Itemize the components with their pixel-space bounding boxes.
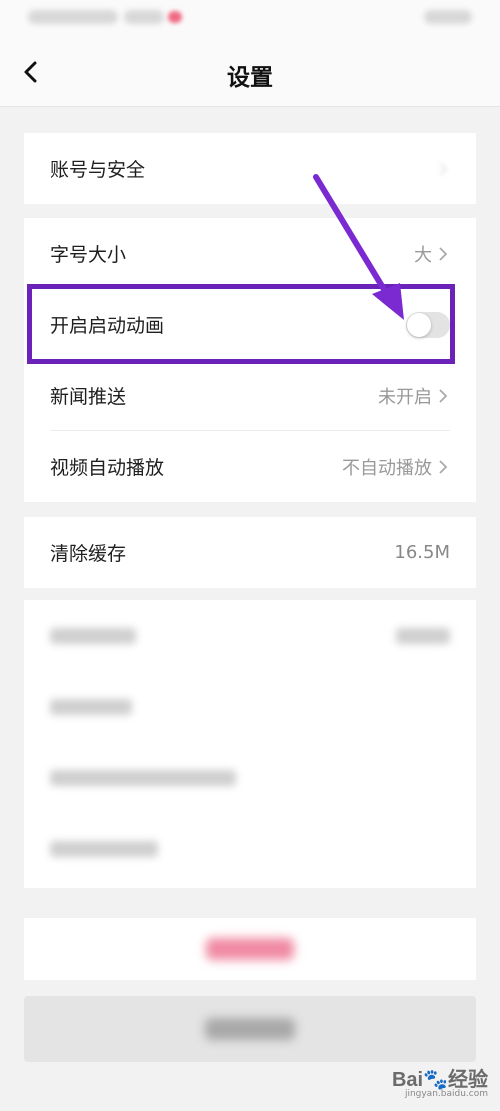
watermark-url: jingyan.baidu.com (404, 1089, 488, 1099)
settings-item-clear-cache[interactable]: 清除缓存 16.5M (24, 517, 476, 588)
blurred-label (50, 627, 136, 644)
blurred-label (50, 769, 236, 786)
nav-bar: 设置 (0, 38, 500, 107)
settings-item-value: 16.5M (394, 542, 450, 563)
notification-dot (168, 11, 182, 23)
settings-item-blurred-2[interactable] (24, 671, 476, 742)
baidu-jingyan-watermark: Bai🐾经验 jingyan.baidu.com (392, 1070, 488, 1101)
page-title: 设置 (227, 65, 273, 91)
settings-item-video-autoplay[interactable]: 视频自动播放 不自动播放 (24, 431, 476, 502)
settings-group-cache: 清除缓存 16.5M (24, 517, 476, 588)
settings-item-value: 大 (414, 244, 432, 266)
status-time-blur (28, 10, 118, 24)
chevron-right-icon (438, 388, 450, 404)
settings-item-label: 视频自动播放 (50, 457, 165, 479)
settings-item-value: 不自动播放 (342, 457, 432, 479)
settings-item-blurred-1[interactable] (24, 600, 476, 671)
chevron-right-icon (438, 246, 450, 262)
settings-item-label: 清除缓存 (50, 543, 127, 565)
settings-item-label: 开启启动动画 (50, 315, 165, 337)
settings-item-label: 新闻推送 (50, 386, 127, 408)
settings-item-account-security[interactable]: 账号与安全 (24, 133, 476, 204)
chevron-right-icon (438, 161, 450, 177)
startup-animation-toggle[interactable] (406, 311, 450, 338)
settings-item-startup-animation[interactable]: 开启启动动画 (24, 289, 476, 360)
toggle-knob (407, 312, 431, 337)
logout-label-blurred (206, 938, 294, 960)
settings-item-value: 未开启 (378, 386, 432, 408)
settings-group-display: 字号大小 大 开启启动动画 新闻推送 未开启 视频自动播放 不自动播放 (24, 218, 476, 502)
settings-group-account: 账号与安全 (24, 133, 476, 204)
battery-blur (424, 10, 472, 24)
settings-item-news-push[interactable]: 新闻推送 未开启 (24, 360, 476, 431)
status-icons-blur (124, 10, 164, 24)
settings-item-label: 字号大小 (50, 244, 127, 266)
chevron-right-icon (438, 459, 450, 475)
logout-button[interactable] (24, 918, 476, 980)
settings-item-label: 账号与安全 (50, 159, 146, 181)
settings-item-blurred-4[interactable] (24, 813, 476, 884)
blurred-value (396, 627, 450, 644)
blurred-label (50, 698, 132, 715)
blurred-label (50, 840, 158, 857)
settings-item-blurred-3[interactable] (24, 742, 476, 813)
cancel-account-label-blurred (205, 1018, 295, 1040)
status-bar (0, 0, 500, 38)
cancel-account-button[interactable] (24, 996, 476, 1062)
settings-item-font-size[interactable]: 字号大小 大 (24, 218, 476, 289)
settings-group-blurred (24, 600, 476, 888)
